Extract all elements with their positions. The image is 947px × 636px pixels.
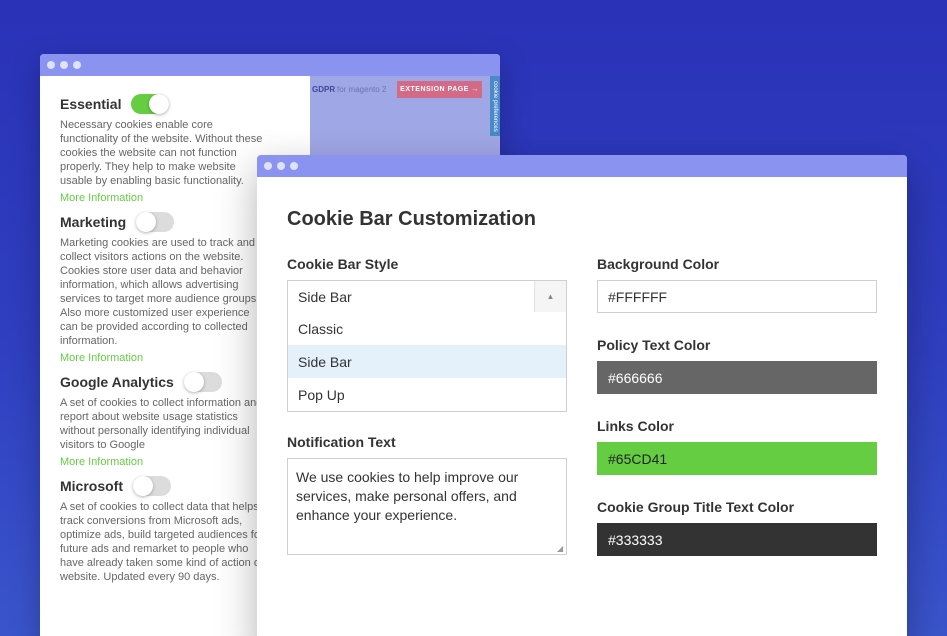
window-dot-icon xyxy=(60,61,68,69)
essential-toggle[interactable] xyxy=(131,94,170,114)
notification-text-value: We use cookies to help improve our servi… xyxy=(296,469,519,523)
cookie-group-microsoft: Microsoft A set of cookies to collect da… xyxy=(60,476,280,584)
microsoft-toggle[interactable] xyxy=(133,476,171,496)
cookie-group-description: A set of cookies to collect data that he… xyxy=(60,501,267,583)
cookie-group-marketing: Marketing Marketing cookies are used to … xyxy=(60,212,280,366)
policy-text-color-label: Policy Text Color xyxy=(597,337,711,353)
toggle-knob xyxy=(183,372,204,392)
notification-text-label: Notification Text xyxy=(287,434,396,450)
cookie-group-title: Microsoft xyxy=(60,478,123,494)
back-window-titlebar xyxy=(40,54,500,76)
window-dot-icon xyxy=(264,162,272,170)
toggle-knob xyxy=(149,94,170,114)
resize-grip-icon[interactable]: ◢ xyxy=(557,545,565,553)
more-information-link[interactable]: More Information xyxy=(60,192,143,204)
cookie-group-list: Essential Necessary cookies enable core … xyxy=(60,94,280,590)
cookie-group-title-color-input[interactable]: #333333 xyxy=(597,523,877,556)
cookie-group-description: Marketing cookies are used to track and … xyxy=(60,237,260,347)
cookie-bar-style-dropdown: Classic Side Bar Pop Up xyxy=(287,312,567,412)
marketing-toggle[interactable] xyxy=(136,212,175,232)
window-dot-icon xyxy=(73,61,81,69)
links-color-label: Links Color xyxy=(597,418,675,434)
links-color-input[interactable]: #65CD41 xyxy=(597,442,877,475)
cookie-group-title: Essential xyxy=(60,96,122,112)
window-dot-icon xyxy=(290,162,298,170)
cookie-group-title-color-label: Cookie Group Title Text Color xyxy=(597,499,795,515)
dropdown-option-side-bar[interactable]: Side Bar xyxy=(288,345,566,378)
toggle-knob xyxy=(136,212,157,232)
policy-text-color-input[interactable]: #666666 xyxy=(597,361,877,394)
background-color-input[interactable]: #FFFFFF xyxy=(597,280,877,313)
banner-for-text: for magento 2 xyxy=(337,85,387,94)
chevron-up-icon[interactable]: ▲ xyxy=(534,281,566,312)
cookie-group-description: A set of cookies to collect information … xyxy=(60,397,263,451)
cookie-preferences-tab[interactable]: cookie preferences xyxy=(490,76,500,136)
more-information-link[interactable]: More Information xyxy=(60,456,143,468)
extension-page-button[interactable]: EXTENSION PAGE → xyxy=(397,81,482,98)
extension-banner: GDPR for magento 2 EXTENSION PAGE → cook… xyxy=(310,76,500,156)
window-dot-icon xyxy=(47,61,55,69)
cookie-group-title: Marketing xyxy=(60,214,127,230)
front-window-titlebar xyxy=(257,155,907,177)
window-dot-icon xyxy=(277,162,285,170)
cookie-group-essential: Essential Necessary cookies enable core … xyxy=(60,94,280,206)
cookie-bar-customization-window: Cookie Bar Customization Cookie Bar Styl… xyxy=(257,155,907,636)
google-analytics-toggle[interactable] xyxy=(183,372,222,392)
dropdown-option-pop-up[interactable]: Pop Up xyxy=(288,378,566,411)
cookie-group-title: Google Analytics xyxy=(60,374,174,390)
dropdown-option-classic[interactable]: Classic xyxy=(288,312,566,345)
notification-text-field[interactable]: We use cookies to help improve our servi… xyxy=(287,458,567,555)
banner-gdpr: GDPR xyxy=(312,85,336,94)
background-color-label: Background Color xyxy=(597,256,720,272)
toggle-knob xyxy=(133,476,153,496)
cookie-group-description: Necessary cookies enable core functional… xyxy=(60,119,263,187)
cookie-group-google-analytics: Google Analytics A set of cookies to col… xyxy=(60,372,280,470)
select-value: Side Bar xyxy=(298,288,352,305)
page-title: Cookie Bar Customization xyxy=(287,208,536,230)
cookie-bar-style-label: Cookie Bar Style xyxy=(287,256,399,272)
more-information-link[interactable]: More Information xyxy=(60,352,143,364)
cookie-bar-style-select[interactable]: Side Bar ▲ xyxy=(287,280,567,313)
